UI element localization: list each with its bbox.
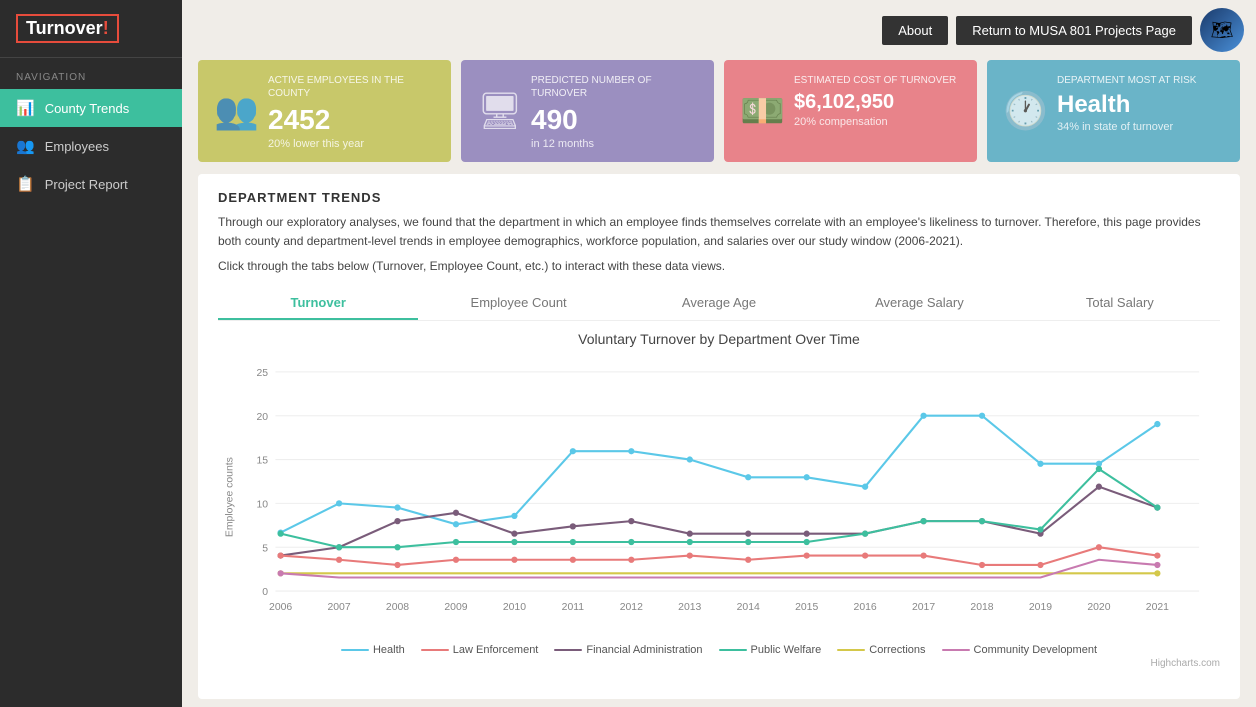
svg-text:2017: 2017 <box>912 602 935 613</box>
map-icon: 🗺 <box>1211 20 1234 41</box>
svg-text:2010: 2010 <box>503 602 526 613</box>
logo-area: Turnover! <box>0 0 182 58</box>
card-sub: 34% in state of turnover <box>1057 121 1224 133</box>
section-description: Through our exploratory analyses, we fou… <box>218 213 1220 251</box>
legend-label: Corrections <box>869 644 925 656</box>
card-value: Health <box>1057 91 1224 119</box>
employees-icon: 👥 <box>214 90 259 132</box>
card-value: 490 <box>531 104 698 136</box>
card-sub: 20% compensation <box>794 116 961 128</box>
main-content: About Return to MUSA 801 Projects Page 🗺… <box>182 0 1256 707</box>
svg-text:25: 25 <box>257 368 269 379</box>
tab-average-age[interactable]: Average Age <box>619 287 819 320</box>
sidebar-item-project-report[interactable]: 📋 Project Report <box>0 165 182 203</box>
stat-cards: 👥 ACTIVE EMPLOYEES IN THE COUNTY 2452 20… <box>182 60 1256 174</box>
card-active-employees: 👥 ACTIVE EMPLOYEES IN THE COUNTY 2452 20… <box>198 60 451 162</box>
line-chart: Employee counts 25 20 15 10 5 0 2006 200… <box>218 351 1220 633</box>
svg-text:2013: 2013 <box>678 602 701 613</box>
legend-label: Community Development <box>974 644 1098 656</box>
tab-turnover[interactable]: Turnover <box>218 287 418 320</box>
highcharts-credit: Highcharts.com <box>218 658 1220 669</box>
svg-text:2019: 2019 <box>1029 602 1052 613</box>
chart-bar-icon: 📊 <box>16 99 35 117</box>
sidebar: Turnover! NAVIGATION 📊 County Trends 👥 E… <box>0 0 182 707</box>
sidebar-item-county-trends[interactable]: 📊 County Trends <box>0 89 182 127</box>
content-panel: DEPARTMENT TRENDS Through our explorator… <box>198 174 1240 699</box>
svg-text:10: 10 <box>257 500 269 511</box>
return-button[interactable]: Return to MUSA 801 Projects Page <box>956 16 1192 45</box>
clock-icon: 🕐 <box>1003 90 1048 132</box>
svg-text:2021: 2021 <box>1146 602 1169 613</box>
card-sub: 20% lower this year <box>268 138 435 150</box>
svg-text:2011: 2011 <box>562 602 585 613</box>
app-logo[interactable]: Turnover! <box>16 14 119 43</box>
money-icon: 💵 <box>740 90 785 132</box>
about-button[interactable]: About <box>882 16 948 45</box>
legend-item-corrections: Corrections <box>837 644 925 656</box>
sidebar-item-employees[interactable]: 👥 Employees <box>0 127 182 165</box>
sidebar-item-label: Project Report <box>45 177 128 192</box>
nav-label: NAVIGATION <box>0 58 182 89</box>
svg-text:2020: 2020 <box>1087 602 1110 613</box>
svg-text:2007: 2007 <box>327 602 350 613</box>
card-estimated-cost: 💵 ESTIMATED COST OF TURNOVER $6,102,950 … <box>724 60 977 162</box>
legend-item-health: Health <box>341 644 405 656</box>
legend-label: Health <box>373 644 405 656</box>
tab-employee-count[interactable]: Employee Count <box>418 287 618 320</box>
chart-title: Voluntary Turnover by Department Over Ti… <box>218 331 1220 347</box>
card-label: PREDICTED NUMBER OF TURNOVER <box>531 74 698 100</box>
svg-text:2008: 2008 <box>386 602 409 613</box>
svg-text:2006: 2006 <box>269 602 292 613</box>
tab-average-salary[interactable]: Average Salary <box>819 287 1019 320</box>
legend-label: Public Welfare <box>751 644 822 656</box>
svg-text:2015: 2015 <box>795 602 818 613</box>
project-logo: 🗺 <box>1200 8 1244 52</box>
legend-item-public-welfare: Public Welfare <box>719 644 822 656</box>
section-title: DEPARTMENT TRENDS <box>218 190 1220 205</box>
svg-text:2016: 2016 <box>854 602 877 613</box>
svg-text:Employee counts: Employee counts <box>225 458 236 538</box>
document-icon: 📋 <box>16 175 35 193</box>
sidebar-item-label: County Trends <box>45 101 130 116</box>
legend-item-community-dev: Community Development <box>942 644 1098 656</box>
chart-legend: Health Law Enforcement Financial Adminis… <box>218 644 1220 656</box>
card-value: 2452 <box>268 104 435 136</box>
chart-tabs: Turnover Employee Count Average Age Aver… <box>218 287 1220 321</box>
chart-container: Voluntary Turnover by Department Over Ti… <box>218 321 1220 669</box>
card-predicted-turnover: 🖥 PREDICTED NUMBER OF TURNOVER 490 in 12… <box>461 60 714 162</box>
card-sub: in 12 months <box>531 138 698 150</box>
people-icon: 👥 <box>16 137 35 155</box>
svg-text:2009: 2009 <box>444 602 467 613</box>
card-label: ESTIMATED COST OF TURNOVER <box>794 74 961 87</box>
svg-text:20: 20 <box>257 412 269 423</box>
svg-text:5: 5 <box>262 544 268 555</box>
monitor-icon: 🖥 <box>477 90 523 132</box>
topbar: About Return to MUSA 801 Projects Page 🗺 <box>182 0 1256 60</box>
sidebar-item-label: Employees <box>45 139 109 154</box>
card-label: ACTIVE EMPLOYEES IN THE COUNTY <box>268 74 435 100</box>
card-value: $6,102,950 <box>794 91 961 114</box>
legend-label: Law Enforcement <box>453 644 539 656</box>
legend-item-law-enforcement: Law Enforcement <box>421 644 539 656</box>
card-dept-most-at-risk: 🕐 DEPARTMENT MOST AT RISK Health 34% in … <box>987 60 1240 162</box>
legend-item-financial-admin: Financial Administration <box>554 644 702 656</box>
card-label: DEPARTMENT MOST AT RISK <box>1057 74 1224 87</box>
svg-text:0: 0 <box>262 588 268 599</box>
svg-text:2018: 2018 <box>970 602 993 613</box>
legend-label: Financial Administration <box>586 644 702 656</box>
svg-text:2014: 2014 <box>737 602 760 613</box>
section-click-note: Click through the tabs below (Turnover, … <box>218 259 1220 273</box>
svg-text:2012: 2012 <box>620 602 643 613</box>
svg-text:15: 15 <box>257 456 269 467</box>
tab-total-salary[interactable]: Total Salary <box>1020 287 1220 320</box>
